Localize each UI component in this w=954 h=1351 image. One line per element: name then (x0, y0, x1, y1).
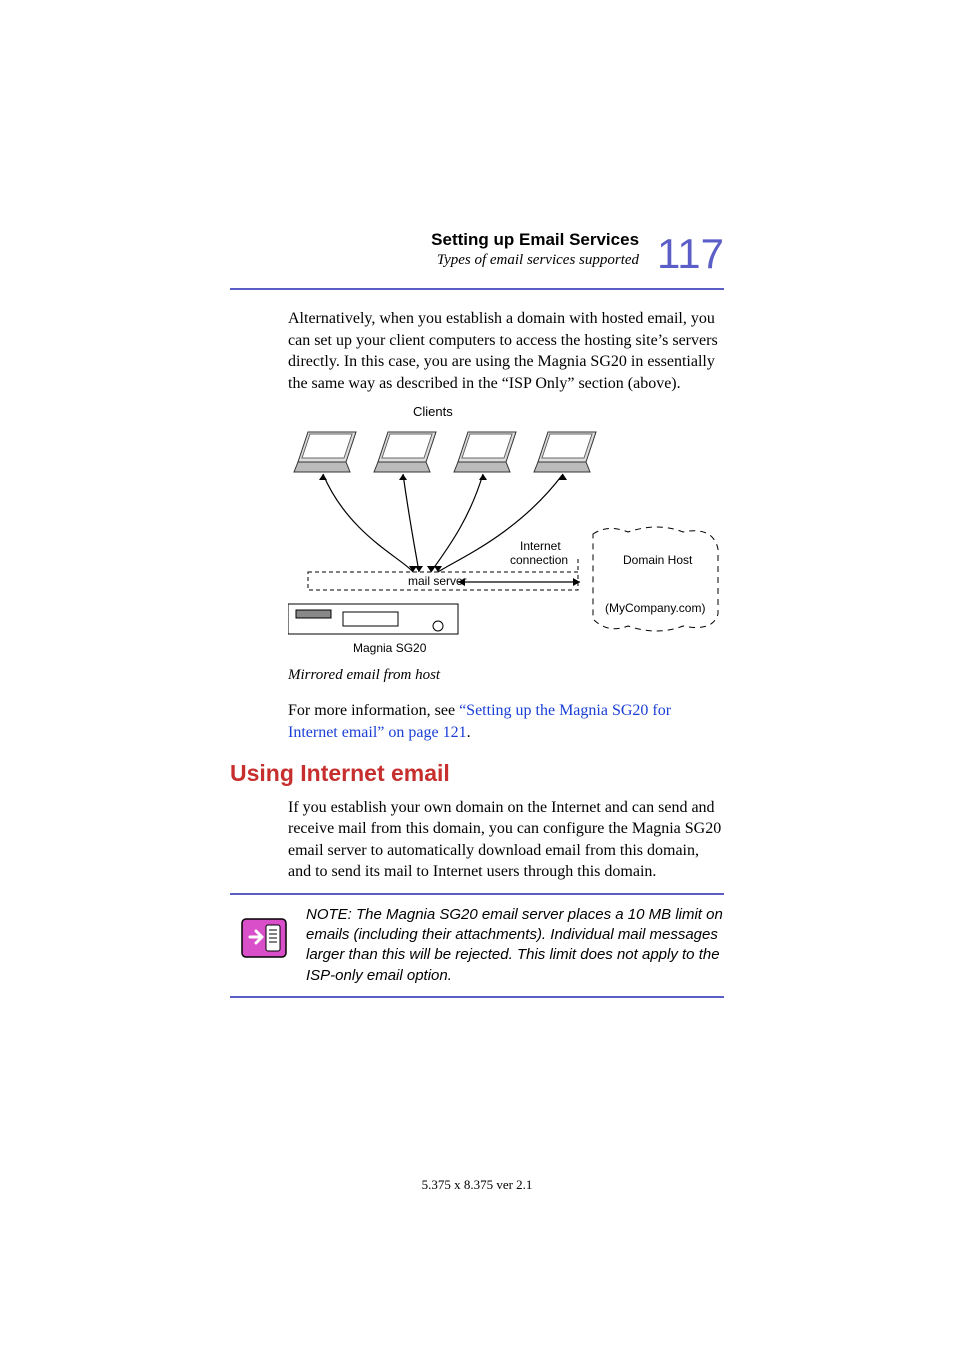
paragraph-1: Alternatively, when you establish a doma… (288, 308, 724, 394)
page-header: Setting up Email Services Types of email… (230, 230, 724, 278)
label-clients: Clients (413, 404, 453, 419)
laptop-icon (294, 432, 596, 472)
label-domain-host: Domain Host (623, 553, 693, 567)
paragraph-3: If you establish your own domain on the … (288, 797, 724, 883)
footer-text: 5.375 x 8.375 ver 2.1 (0, 1177, 954, 1193)
p2-pre: For more information, see (288, 702, 459, 719)
label-my-company: (MyCompany.com) (605, 601, 705, 615)
section-heading: Using Internet email (230, 760, 724, 787)
note-divider-top (230, 893, 724, 895)
label-magnia: Magnia SG20 (353, 641, 427, 655)
note-block: NOTE: The Magnia SG20 email server place… (240, 905, 724, 986)
note-divider-bottom (230, 996, 724, 998)
figure-caption: Mirrored email from host (288, 667, 724, 684)
magnia-device-icon (288, 604, 458, 634)
label-internet-1: Internet (520, 539, 561, 553)
label-mail-server: mail server (408, 574, 467, 588)
paragraph-2: For more information, see “Setting up th… (288, 700, 724, 743)
chapter-title: Setting up Email Services (431, 230, 639, 250)
chapter-subtitle: Types of email services supported (431, 252, 639, 269)
header-divider (230, 288, 724, 290)
p2-post: . (467, 724, 471, 741)
label-internet-2: connection (510, 553, 568, 567)
page-number: 117 (657, 230, 724, 278)
note-text: NOTE: The Magnia SG20 email server place… (306, 905, 724, 986)
note-icon (240, 917, 288, 964)
diagram-mirrored-email: Clients (288, 404, 724, 659)
domain-host-cloud (593, 527, 718, 631)
